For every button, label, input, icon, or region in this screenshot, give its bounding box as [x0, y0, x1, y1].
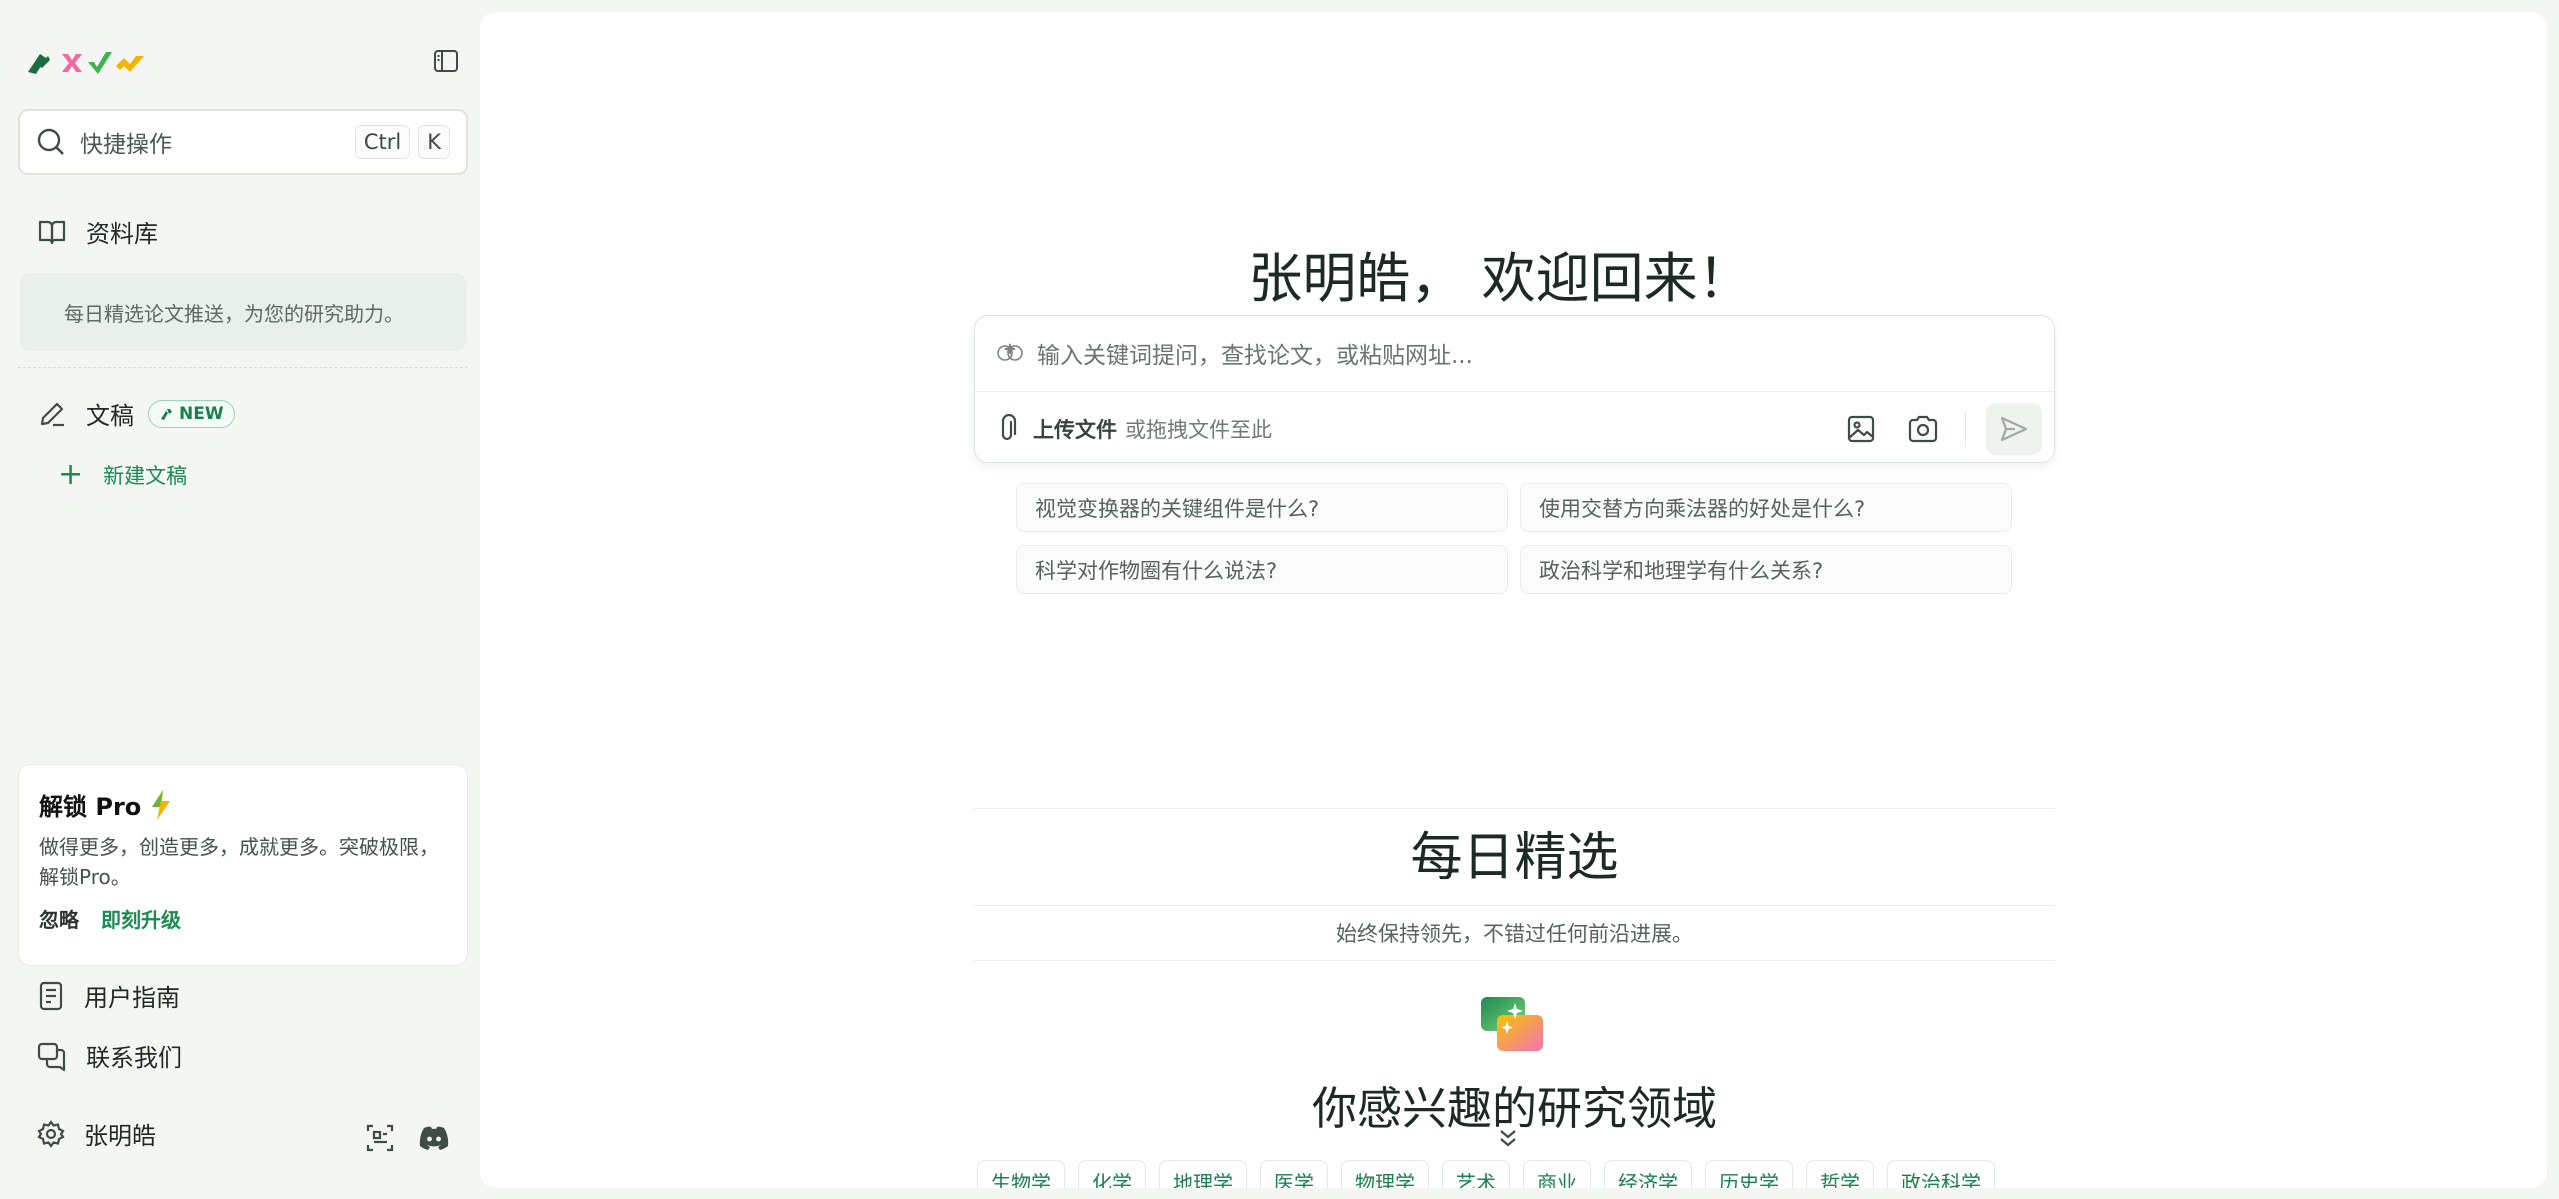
search-placeholder: 快捷操作 — [80, 132, 172, 158]
image-upload-button[interactable] — [1841, 409, 1881, 449]
pro-card-description: 做得更多，创造更多，成就更多。突破极限，解锁Pro。 — [39, 835, 439, 889]
scan-button[interactable] — [360, 1118, 400, 1158]
section-divider — [974, 808, 2055, 809]
discord-button[interactable] — [414, 1118, 454, 1158]
lightning-icon — [152, 789, 171, 820]
sidebar-item-contact[interactable]: 联系我们 — [36, 1038, 182, 1073]
suggestion-item[interactable]: 使用交替方向乘法器的好处是什么? — [1520, 483, 2012, 532]
search-icon — [37, 128, 64, 155]
field-chip[interactable]: 艺术 — [1442, 1160, 1510, 1188]
field-chip[interactable]: 政治科学 — [1887, 1160, 1995, 1188]
section-divider — [974, 960, 2055, 961]
field-chip[interactable]: 医学 — [1260, 1160, 1328, 1188]
chat-bubbles-icon — [37, 1042, 66, 1071]
camera-button[interactable] — [1903, 409, 1943, 449]
research-fields-list: 生物学 化学 地理学 医学 物理学 艺术 商业 经济学 历史学 哲学 政治科学 — [977, 1160, 2008, 1188]
new-draft-label: 新建文稿 — [103, 464, 188, 488]
upload-file-button[interactable]: 上传文件 — [1033, 414, 1117, 444]
camera-icon — [1908, 415, 1937, 443]
sidebar-item-drafts-label: 文稿 — [86, 402, 134, 430]
pro-card-title: 解锁 Pro — [39, 787, 447, 822]
field-chip[interactable]: 历史学 — [1705, 1160, 1793, 1188]
suggestion-item[interactable]: 科学对作物圈有什么说法? — [1016, 545, 1508, 594]
field-chip[interactable]: 生物学 — [977, 1160, 1065, 1188]
send-icon — [2000, 416, 2028, 442]
sidebar: 快捷操作 Ctrl K 资料库 每日精选论文推送，为您的研究助力。 文稿 NEW… — [0, 0, 480, 1199]
sidebar-item-contact-label: 联系我们 — [86, 1044, 182, 1072]
section-divider — [974, 905, 2055, 906]
suggestion-item[interactable]: 视觉变换器的关键组件是什么? — [1016, 483, 1508, 532]
plus-icon: + — [58, 457, 84, 492]
new-badge-label: NEW — [179, 403, 224, 424]
sidebar-item-drafts[interactable]: 文稿 NEW — [36, 396, 235, 431]
sidebar-item-user-guide-label: 用户指南 — [84, 984, 180, 1012]
ignore-button[interactable]: 忽略 — [39, 904, 79, 933]
field-chip[interactable]: 哲学 — [1806, 1160, 1874, 1188]
image-icon — [1847, 415, 1874, 443]
book-open-icon — [38, 220, 66, 244]
suggestion-list: 视觉变换器的关键组件是什么? 使用交替方向乘法器的好处是什么? 科学对作物圈有什… — [1016, 483, 2016, 594]
drag-hint: 或拖拽文件至此 — [1125, 418, 1272, 442]
document-icon — [39, 981, 63, 1010]
daily-picks-subtitle: 始终保持领先，不错过任何前沿进展。 — [1336, 922, 1693, 946]
pro-card-title-text: 解锁 Pro — [39, 793, 142, 821]
send-button[interactable] — [1986, 403, 2042, 455]
ai-sparkle-icon — [997, 343, 1023, 361]
pen-icon — [40, 402, 64, 426]
new-draft-button[interactable]: + 新建文稿 — [58, 460, 187, 490]
sidebar-item-library[interactable]: 资料库 — [36, 214, 158, 249]
sidebar-toggle-icon — [434, 50, 458, 72]
scan-icon — [366, 1124, 394, 1152]
discord-icon — [419, 1126, 449, 1150]
chat-box[interactable]: 输入关键词提问，查找论文，或粘贴网址... 上传文件 或拖拽文件至此 — [974, 315, 2055, 463]
shortcut-key-ctrl: Ctrl — [354, 125, 411, 159]
sidebar-divider — [18, 367, 468, 368]
brand-logo[interactable] — [26, 46, 156, 78]
chat-divider — [975, 391, 2054, 392]
sidebar-toggle-button[interactable] — [428, 44, 464, 78]
shortcut-key-k: K — [418, 125, 450, 159]
welcome-heading: 张明皓， 欢迎回来！ — [1248, 247, 1752, 310]
field-chip[interactable]: 物理学 — [1341, 1160, 1429, 1188]
field-chip[interactable]: 化学 — [1078, 1160, 1146, 1188]
suggestion-item[interactable]: 政治科学和地理学有什么关系? — [1520, 545, 2012, 594]
gear-icon — [37, 1119, 65, 1148]
sidebar-item-user-guide[interactable]: 用户指南 — [36, 978, 180, 1013]
chat-input[interactable]: 输入关键词提问，查找论文，或粘贴网址... — [995, 336, 1473, 370]
field-chip[interactable]: 商业 — [1523, 1160, 1591, 1188]
field-chip[interactable]: 经济学 — [1604, 1160, 1692, 1188]
chevrons-down-icon[interactable] — [1497, 1127, 1519, 1149]
field-chip[interactable]: 地理学 — [1159, 1160, 1247, 1188]
sparkle-cards-icon — [1481, 997, 1543, 1051]
sidebar-item-library-label: 资料库 — [86, 220, 158, 248]
user-name: 张明皓 — [84, 1122, 156, 1150]
paperclip-icon[interactable] — [995, 414, 1019, 444]
new-badge: NEW — [148, 399, 235, 428]
user-settings-button[interactable]: 张明皓 — [36, 1116, 156, 1151]
daily-picks-title: 每日精选 — [1410, 828, 1619, 888]
pro-upgrade-card: 解锁 Pro 做得更多，创造更多，成就更多。突破极限，解锁Pro。 忽略 即刻升… — [18, 764, 468, 966]
quick-action-search[interactable]: 快捷操作 Ctrl K — [18, 109, 468, 175]
chat-input-placeholder: 输入关键词提问，查找论文，或粘贴网址... — [1037, 343, 1473, 369]
library-note: 每日精选论文推送，为您的研究助力。 — [20, 273, 466, 351]
sparkle-icon — [161, 408, 172, 420]
main-panel: 张明皓， 欢迎回来！ 输入关键词提问，查找论文，或粘贴网址... 上传文件 或拖… — [480, 12, 2547, 1188]
upgrade-button[interactable]: 即刻升级 — [101, 904, 181, 933]
tool-separator — [1964, 411, 1966, 447]
